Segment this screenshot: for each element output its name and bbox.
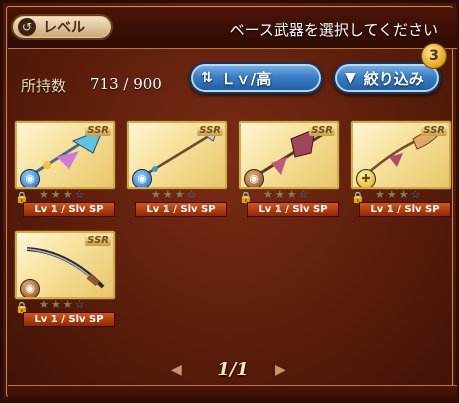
star-icon: ☆ xyxy=(186,188,197,201)
filter-button[interactable]: ▼ 絞り込み xyxy=(333,62,441,94)
prev-page-icon[interactable]: ◀ xyxy=(171,362,182,378)
star-icon: ★ xyxy=(162,188,173,201)
earth-element-icon: ◉ xyxy=(244,169,264,187)
next-page-icon[interactable]: ▶ xyxy=(275,362,286,378)
rarity-badge: SSR xyxy=(197,125,223,136)
rarity-badge: SSR xyxy=(85,125,111,136)
page-title: ベース武器を選択してください xyxy=(229,21,438,39)
filter-button-label: 絞り込み xyxy=(363,69,424,88)
filter-funnel-icon: ▼ xyxy=(345,70,356,86)
weapon-level-label: Lv 1 / Slv SP xyxy=(23,312,115,327)
weapon-level-label: Lv 1 / Slv SP xyxy=(23,202,115,217)
weapon-card[interactable]: SSR ◉ 🔒 ★ ★ ★ ☆ Lv 1 / Slv SP xyxy=(13,119,117,219)
weapon-image: SSR ✚ xyxy=(351,121,451,189)
pager: ◀ 1/1 ▶ xyxy=(3,353,459,383)
star-icon: ☆ xyxy=(74,188,85,201)
uncap-stars: ★ ★ ★ ☆ xyxy=(151,189,197,201)
refresh-icon: ↺ xyxy=(18,18,36,36)
weapon-image: SSR ◉ xyxy=(15,231,115,299)
level-button[interactable]: ↺ レベル xyxy=(11,14,113,40)
star-icon: ★ xyxy=(39,188,49,201)
weapon-image: SSR ◉ xyxy=(127,121,227,189)
star-icon: ★ xyxy=(274,188,285,201)
light-element-icon: ✚ xyxy=(356,169,376,187)
star-icon: ★ xyxy=(62,298,73,311)
star-icon: ★ xyxy=(286,188,297,201)
weapon-card[interactable]: SSR ◉ ★ ★ ★ ☆ Lv 1 / Slv SP xyxy=(125,119,229,219)
weapon-card[interactable]: SSR ◉ 🔒 ★ ★ ★ ☆ Lv 1 / Slv SP xyxy=(237,119,341,219)
star-icon: ★ xyxy=(174,188,185,201)
rarity-badge: SSR xyxy=(85,235,111,246)
star-icon: ☆ xyxy=(74,298,85,311)
uncap-stars: ★ ★ ★ ☆ xyxy=(263,189,309,201)
filter-count-badge: 3 xyxy=(421,43,447,69)
star-icon: ☆ xyxy=(298,188,309,201)
star-icon: ★ xyxy=(62,188,73,201)
weapon-level-label: Lv 1 / Slv SP xyxy=(135,202,227,217)
weapon-level-label: Lv 1 / Slv SP xyxy=(359,202,451,217)
inventory-count-value: 713 / 900 xyxy=(90,75,162,93)
rarity-badge: SSR xyxy=(309,125,335,136)
star-icon: ★ xyxy=(50,298,61,311)
dialog-frame: ↺ レベル ベース武器を選択してください 所持数 713 / 900 ⇅ Ｌｖ/… xyxy=(0,0,459,403)
earth-element-icon: ◉ xyxy=(20,279,40,297)
level-button-label: レベル xyxy=(43,20,85,36)
star-icon: ★ xyxy=(398,188,409,201)
footer-bar xyxy=(8,385,457,402)
star-icon: ★ xyxy=(151,188,161,201)
weapon-grid: SSR ◉ 🔒 ★ ★ ★ ☆ Lv 1 / Slv SP SSR ◉ ★ ★ ★ ☆ Lv 1 / Slv… xyxy=(8,113,457,353)
water-element-icon: ◉ xyxy=(132,169,152,187)
page-indicator: 1/1 xyxy=(217,359,249,380)
uncap-stars: ★ ★ ★ ☆ xyxy=(39,189,85,201)
water-element-icon: ◉ xyxy=(20,169,40,187)
rarity-badge: SSR xyxy=(421,125,447,136)
sort-button-label: Ｌｖ/高 xyxy=(220,69,272,88)
star-icon: ★ xyxy=(39,298,49,311)
sort-button[interactable]: ⇅ Ｌｖ/高 xyxy=(189,62,323,94)
uncap-stars: ★ ★ ★ ☆ xyxy=(39,299,85,311)
star-icon: ★ xyxy=(263,188,273,201)
inventory-count-label: 所持数 xyxy=(21,77,67,95)
star-icon: ★ xyxy=(375,188,385,201)
uncap-stars: ★ ★ ★ ☆ xyxy=(375,189,421,201)
star-icon: ★ xyxy=(386,188,397,201)
weapon-level-label: Lv 1 / Slv SP xyxy=(247,202,339,217)
weapon-card[interactable]: SSR ◉ 🔒 ★ ★ ★ ☆ Lv 1 / Slv SP xyxy=(13,229,117,329)
weapon-card[interactable]: SSR ✚ 🔒 ★ ★ ★ ☆ Lv 1 / Slv SP xyxy=(349,119,453,219)
weapon-image: SSR ◉ xyxy=(239,121,339,189)
star-icon: ★ xyxy=(50,188,61,201)
sort-arrows-icon: ⇅ xyxy=(201,70,213,86)
star-icon: ☆ xyxy=(410,188,421,201)
weapon-image: SSR ◉ xyxy=(15,121,115,189)
